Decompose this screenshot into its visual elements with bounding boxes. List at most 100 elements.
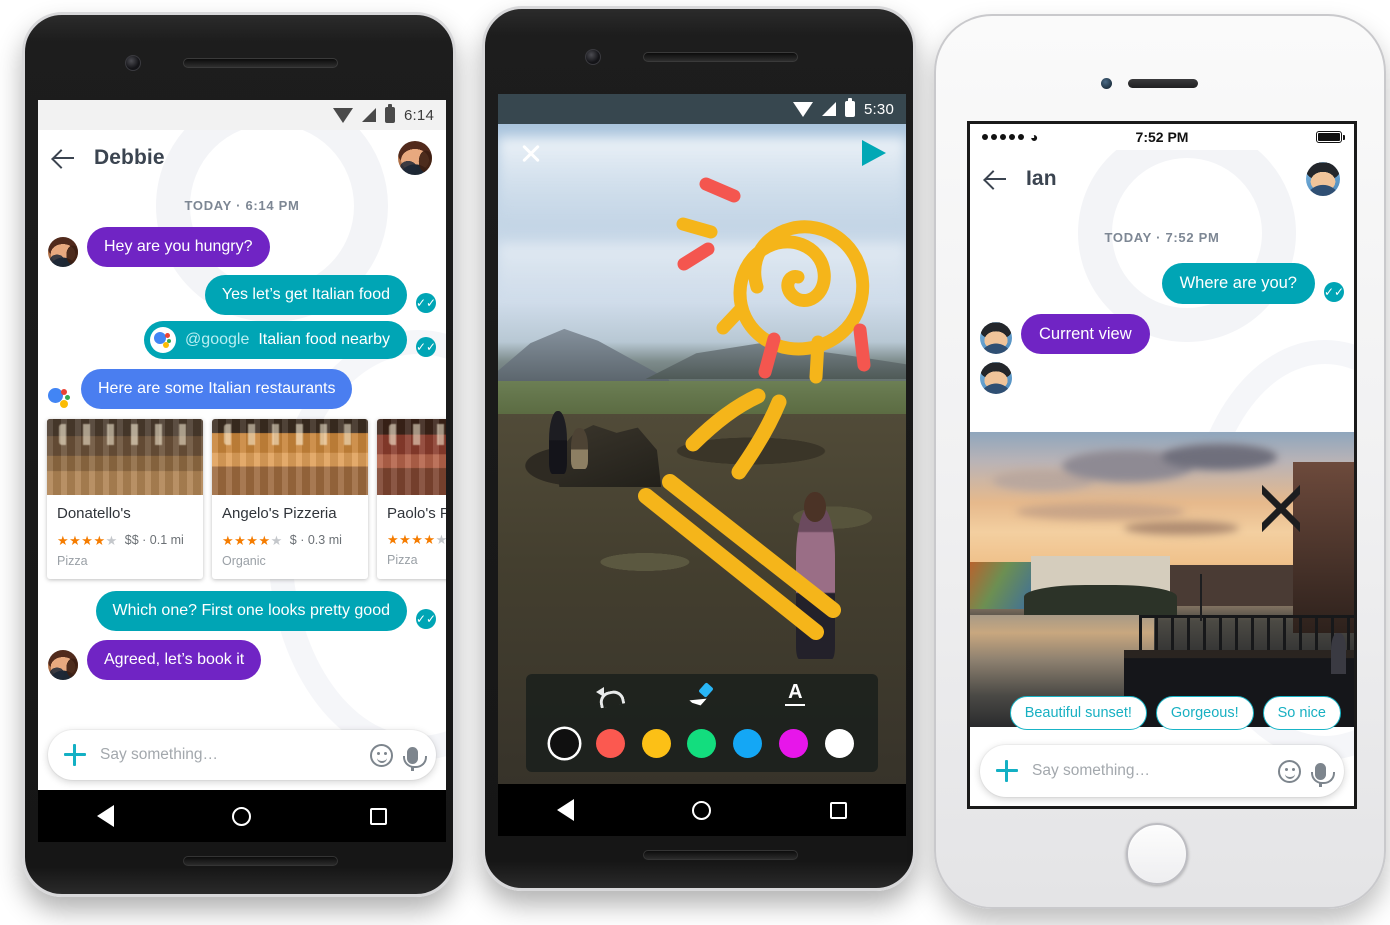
delivery-status-icon: ✓✓ [416,337,436,357]
day-timestamp: TODAY · 6:14 PM [184,198,300,213]
message-bubble[interactable]: Agreed, let’s book it [87,640,262,680]
message-bubble[interactable]: Here are some Italian restaurants [81,369,353,409]
search-input[interactable]: Say something… [100,746,356,764]
smart-reply-row[interactable]: Beautiful sunset! Gorgeous! So nice [970,696,1354,730]
android-navigation-bar[interactable] [38,790,446,842]
restaurant-photo [212,419,368,495]
restaurant-card-carousel[interactable]: Donatello's ★★★★★ $$ · 0.1 mi Pizza Ange… [38,419,446,579]
cloud-layer [498,242,906,303]
smart-reply-chip[interactable]: Beautiful sunset! [1009,696,1147,730]
delivery-status-icon: ✓✓ [416,293,436,313]
assistant-mention: @google [185,331,250,348]
nav-back-icon[interactable] [97,805,115,827]
color-swatch-black[interactable] [550,728,579,758]
color-swatch-red[interactable] [595,728,625,758]
phone-2-screen: 5:30 A [498,94,906,784]
delivery-status-icon: ✓✓ [1324,281,1344,302]
wifi-icon [333,107,353,123]
undo-icon[interactable] [595,685,622,707]
avatar [980,322,1012,355]
color-swatch-green[interactable] [687,728,717,758]
rating-stars: ★★★★★ [387,532,446,547]
delivery-status-icon: ✓✓ [416,609,436,629]
color-swatch-yellow[interactable] [641,728,671,758]
restaurant-card[interactable]: Angelo's Pizzeria ★★★★★ $ · 0.3 mi Organ… [212,419,368,579]
android-status-bar: 5:30 [498,94,906,124]
avatar [48,650,78,680]
close-icon[interactable] [518,140,544,166]
send-icon[interactable] [862,140,886,166]
phone-1-screen: 6:14 Debbie TODAY · 6:14 PM Hey are you … [38,100,446,790]
front-camera [585,49,601,65]
nav-home-icon[interactable] [232,806,252,826]
nav-recents-icon[interactable] [369,807,387,825]
building-right [1292,461,1354,633]
avatar [48,237,78,267]
avatar[interactable] [398,141,432,175]
poster-canvas: 6:14 Debbie TODAY · 6:14 PM Hey are you … [0,0,1390,925]
cloud [1016,502,1186,521]
emoji-icon[interactable] [1278,759,1301,783]
restaurant-category: Pizza [387,553,418,567]
message-row-assistant-query: @google Italian food nearby ✓✓ [38,321,446,359]
page-title: Debbie [94,146,165,169]
back-arrow-icon[interactable] [52,146,76,170]
skyline [1169,564,1293,607]
search-input[interactable]: Say something… [1032,762,1264,780]
conversation-appbar: Debbie [38,130,446,186]
lamp-post [1200,573,1203,621]
microphone-icon[interactable] [402,746,427,771]
price-distance: $ · 0.3 mi [289,533,342,547]
color-swatch-magenta[interactable] [779,728,809,758]
message-text: Italian food nearby [258,331,390,348]
home-button[interactable] [1126,823,1188,885]
message-bubble[interactable]: Hey are you hungry? [87,227,270,267]
restaurant-name: Paolo's Piz [387,505,446,522]
color-swatch-white[interactable] [824,728,854,758]
front-camera [1101,78,1112,89]
phone-2-android: 5:30 A [482,6,916,891]
message-bubble[interactable]: Where are you? [1161,263,1315,304]
google-assistant-icon [150,327,177,353]
smart-reply-chip[interactable]: Gorgeous! [1155,696,1254,730]
message-row-outgoing: Yes let’s get Italian food ✓✓ [38,275,446,315]
smart-reply-chip[interactable]: So nice [1262,696,1341,730]
message-row-incoming: Current view [970,313,1354,355]
message-bubble[interactable]: Current view [1021,313,1150,355]
message-row-assistant-reply: Here are some Italian restaurants [38,369,446,409]
color-swatch-blue[interactable] [733,728,763,758]
phone-1-android: 6:14 Debbie TODAY · 6:14 PM Hey are you … [22,12,456,897]
conversation-appbar: Ian [970,150,1354,208]
restaurant-name: Angelo's Pizzeria [222,505,337,522]
message-bubble[interactable]: Yes let’s get Italian food [204,275,407,315]
text-icon[interactable]: A [782,682,808,709]
photo-editor-canvas[interactable]: A [498,124,906,784]
message-row-outgoing: Which one? First one looks pretty good ✓… [38,591,446,631]
nav-recents-icon[interactable] [829,801,847,819]
mural-wall [970,561,1032,609]
message-bubble[interactable]: Which one? First one looks pretty good [95,591,407,631]
android-navigation-bar[interactable] [498,784,906,836]
emoji-icon[interactable] [370,743,393,767]
drawing-toolbar[interactable]: A [526,674,878,772]
message-composer[interactable]: Say something… [980,745,1344,797]
status-time: 5:30 [864,100,894,118]
status-time: 6:14 [404,106,434,124]
restaurant-card[interactable]: Paolo's Piz ★★★★★ Pizza [377,419,446,579]
message-row-outgoing: Where are you? ✓✓ [970,263,1354,304]
message-composer[interactable]: Say something… [48,730,436,780]
back-arrow-icon[interactable] [984,167,1008,191]
plus-icon[interactable] [64,744,86,766]
photo-message[interactable] [970,432,1354,727]
rating-stars: ★★★★★ [222,532,283,548]
microphone-icon[interactable] [1310,762,1335,787]
restaurant-card[interactable]: Donatello's ★★★★★ $$ · 0.1 mi Pizza [47,419,203,579]
battery-icon [1316,131,1345,143]
nav-home-icon[interactable] [692,800,712,820]
plus-icon[interactable] [996,760,1018,782]
pen-icon[interactable] [689,683,715,709]
bottom-speaker [643,850,798,860]
avatar[interactable] [1306,162,1340,196]
message-bubble[interactable]: @google Italian food nearby [144,321,407,359]
nav-back-icon[interactable] [557,799,575,821]
